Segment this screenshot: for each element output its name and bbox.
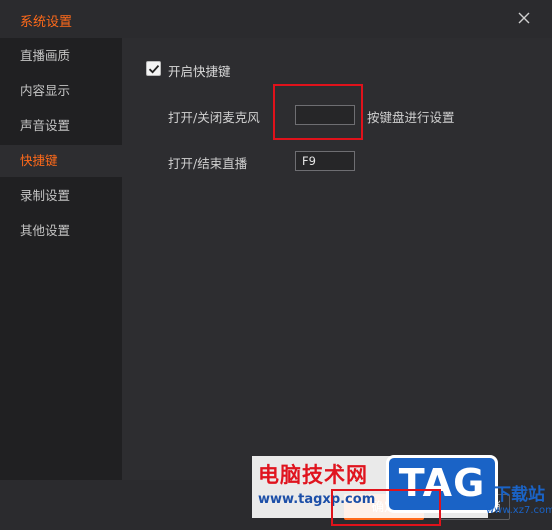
mic-hotkey-hint: 按键盘进行设置 [367, 110, 455, 125]
sidebar-item-other[interactable]: 其他设置 [0, 215, 122, 247]
title-bar: 系统设置 [0, 0, 552, 38]
live-hotkey-input[interactable] [295, 151, 355, 171]
mic-hotkey-input[interactable] [295, 105, 355, 125]
sidebar-item-content-display[interactable]: 内容显示 [0, 75, 122, 107]
enable-hotkeys-checkbox[interactable] [146, 61, 161, 76]
sidebar-item-hotkeys[interactable]: 快捷键 [0, 145, 122, 177]
checkmark-icon [148, 65, 160, 74]
watermark-suffix: 下载站 [494, 485, 545, 505]
watermark-url-secondary: www.xz7.com [486, 505, 552, 516]
mic-hotkey-label: 打开/关闭麦克风 [168, 110, 260, 125]
settings-sidebar: 直播画质 内容显示 声音设置 快捷键 录制设置 其他设置 [0, 38, 122, 480]
tag-logo: TAG [386, 455, 498, 513]
hotkeys-panel: 开启快捷键 打开/关闭麦克风 按键盘进行设置 打开/结束直播 [122, 38, 552, 480]
enable-hotkeys-label: 开启快捷键 [168, 64, 231, 79]
watermark-url: www.tagxp.com [258, 492, 376, 507]
sidebar-item-recording[interactable]: 录制设置 [0, 180, 122, 212]
sidebar-item-video-quality[interactable]: 直播画质 [0, 40, 122, 72]
close-icon[interactable] [516, 10, 532, 26]
watermark-site-name: 电脑技术网 [258, 463, 368, 487]
sidebar-item-sound[interactable]: 声音设置 [0, 110, 122, 142]
window-title: 系统设置 [20, 15, 73, 30]
live-hotkey-label: 打开/结束直播 [168, 156, 248, 171]
